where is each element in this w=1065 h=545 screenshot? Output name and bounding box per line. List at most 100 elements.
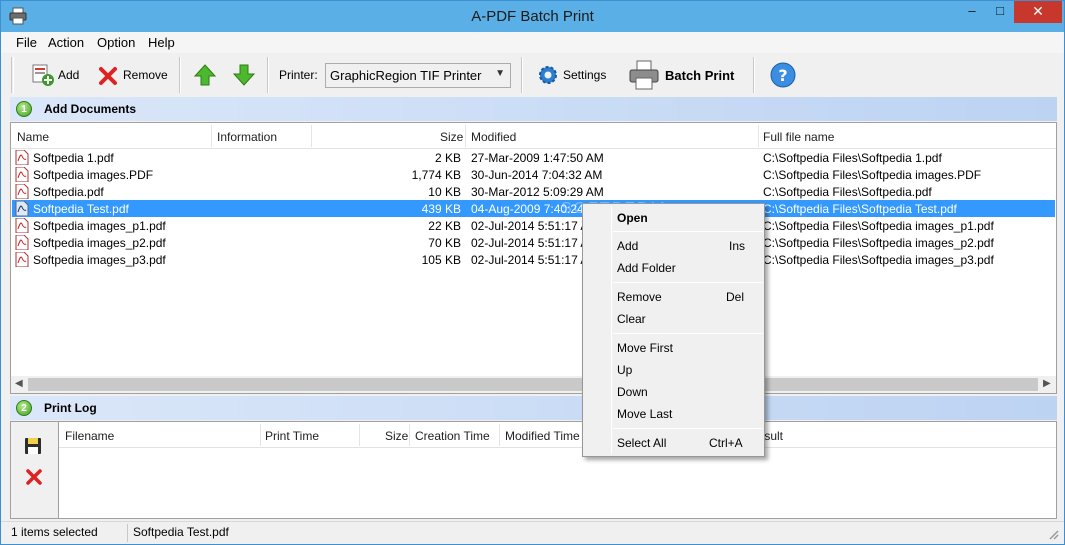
column-divider[interactable] — [499, 424, 500, 446]
file-size: 439 KB — [421, 202, 461, 216]
settings-button[interactable]: Settings — [536, 61, 606, 89]
resize-grip-icon[interactable] — [1047, 528, 1059, 540]
scrollbar-thumb[interactable] — [28, 378, 1038, 391]
add-button[interactable]: Add — [31, 61, 79, 89]
batch-print-button-label: Batch Print — [665, 67, 735, 83]
shortcut-select-all: Ctrl+A — [709, 436, 743, 450]
remove-button[interactable]: Remove — [98, 61, 168, 89]
printer-select-value: GraphicRegion TIF Printer — [330, 68, 482, 83]
maximize-button[interactable]: □ — [986, 1, 1014, 23]
file-size: 2 KB — [434, 151, 461, 165]
context-item-select-all[interactable]: Select All — [617, 436, 666, 450]
column-divider[interactable] — [465, 125, 466, 147]
file-size: 22 KB — [428, 219, 461, 233]
scroll-left-icon[interactable]: ◀ — [15, 378, 23, 389]
move-down-button[interactable] — [232, 61, 256, 89]
column-filename[interactable]: Filename — [65, 429, 114, 443]
column-full-file-name[interactable]: Full file name — [763, 130, 834, 144]
settings-button-label: Settings — [563, 68, 607, 82]
context-item-add-folder[interactable]: Add Folder — [617, 261, 676, 275]
column-print-time[interactable]: Print Time — [265, 429, 319, 443]
menu-help[interactable]: Help — [148, 35, 175, 50]
table-row-selected[interactable]: Softpedia Test.pdf 439 KB 04-Aug-2009 7:… — [12, 200, 1055, 217]
table-row[interactable]: Softpedia images_p2.pdf 70 KB 02-Jul-201… — [12, 234, 1055, 251]
file-size: 10 KB — [428, 185, 461, 199]
close-button[interactable]: ✕ — [1014, 1, 1062, 23]
toolbar-separator — [267, 57, 269, 93]
delete-x-icon[interactable] — [25, 468, 43, 486]
file-full-path: C:\Softpedia Files\Softpedia 1.pdf — [763, 151, 942, 165]
context-item-remove[interactable]: Remove — [617, 290, 662, 304]
documents-list[interactable]: Name Information Size Modified Full file… — [10, 122, 1057, 394]
horizontal-scrollbar[interactable]: ◀ ▶ — [11, 376, 1056, 393]
shortcut-add: Ins — [729, 239, 746, 253]
add-button-label: Add — [58, 68, 80, 82]
column-divider[interactable] — [409, 424, 410, 446]
table-row[interactable]: Softpedia images_p1.pdf 22 KB 02-Jul-201… — [12, 217, 1055, 234]
file-full-path: C:\Softpedia Files\Softpedia Test.pdf — [763, 202, 957, 216]
print-log-list[interactable]: Filename Print Time Size Creation Time M… — [58, 421, 1057, 519]
file-name: Softpedia images.PDF — [33, 168, 154, 182]
column-size[interactable]: Size — [440, 130, 463, 144]
column-size[interactable]: Size — [385, 429, 408, 443]
step-two-badge: 2 — [16, 400, 32, 416]
context-separator — [613, 231, 763, 232]
column-modified[interactable]: Modified — [471, 130, 516, 144]
scroll-right-icon[interactable]: ▶ — [1043, 378, 1051, 389]
context-item-down[interactable]: Down — [617, 385, 648, 399]
printer-icon — [629, 60, 659, 90]
context-item-open[interactable]: Open — [617, 211, 648, 225]
column-divider[interactable] — [211, 125, 212, 147]
printer-select[interactable]: GraphicRegion TIF Printer ▼ — [325, 63, 511, 88]
batch-print-button[interactable]: Batch Print — [628, 57, 734, 93]
column-divider[interactable] — [758, 125, 759, 147]
table-row[interactable]: Softpedia images.PDF 1,774 KB 30-Jun-201… — [12, 166, 1055, 183]
column-information[interactable]: Information — [217, 130, 277, 144]
file-modified: 30-Mar-2012 5:09:29 AM — [471, 185, 604, 199]
add-documents-title: Add Documents — [44, 102, 137, 116]
column-divider[interactable] — [260, 424, 261, 446]
documents-column-header: Name Information Size Modified Full file… — [11, 123, 1056, 149]
column-divider[interactable] — [359, 424, 360, 446]
chevron-down-icon: ▼ — [495, 68, 505, 79]
save-disk-icon[interactable] — [24, 437, 42, 455]
file-full-path: C:\Softpedia Files\Softpedia images_p2.p… — [763, 236, 994, 250]
file-modified: 02-Jul-2014 5:51:17 AM — [471, 236, 599, 250]
toolbar-grip[interactable] — [11, 57, 14, 93]
minimize-button[interactable]: – — [958, 1, 986, 23]
pdf-file-icon — [15, 252, 29, 267]
title-bar[interactable]: A-PDF Batch Print – □ ✕ — [1, 1, 1064, 32]
context-menu-gutter — [611, 206, 612, 454]
menu-file[interactable]: File — [16, 35, 37, 50]
pdf-file-icon — [15, 150, 29, 165]
menu-action[interactable]: Action — [48, 35, 84, 50]
table-row[interactable]: Softpedia 1.pdf 2 KB 27-Mar-2009 1:47:50… — [12, 149, 1055, 166]
file-modified: 02-Jul-2014 5:51:17 AM — [471, 219, 599, 233]
pdf-file-icon — [15, 167, 29, 182]
menu-option[interactable]: Option — [97, 35, 135, 50]
file-full-path: C:\Softpedia Files\Softpedia images_p1.p… — [763, 219, 994, 233]
column-creation-time[interactable]: Creation Time — [415, 429, 490, 443]
table-row[interactable]: Softpedia.pdf 10 KB 30-Mar-2012 5:09:29 … — [12, 183, 1055, 200]
arrow-down-icon — [232, 64, 256, 86]
file-name: Softpedia Test.pdf — [33, 202, 129, 216]
column-name[interactable]: Name — [17, 130, 49, 144]
remove-button-label: Remove — [123, 68, 168, 82]
column-divider[interactable] — [311, 125, 312, 147]
move-up-button[interactable] — [193, 61, 217, 89]
table-row[interactable]: Softpedia images_p3.pdf 105 KB 02-Jul-20… — [12, 251, 1055, 268]
pdf-file-icon — [15, 235, 29, 250]
help-button[interactable]: ? — [769, 61, 797, 89]
status-divider — [127, 524, 128, 542]
toolbar-separator — [179, 57, 181, 93]
toolbar-separator — [753, 57, 755, 93]
context-item-move-first[interactable]: Move First — [617, 341, 673, 355]
context-separator — [613, 428, 763, 429]
column-modified-time[interactable]: Modified Time — [505, 429, 580, 443]
context-item-add[interactable]: Add — [617, 239, 638, 253]
step-one-badge: 1 — [16, 101, 32, 117]
context-separator — [613, 282, 763, 283]
context-item-up[interactable]: Up — [617, 363, 632, 377]
context-item-clear[interactable]: Clear — [617, 312, 646, 326]
context-item-move-last[interactable]: Move Last — [617, 407, 672, 421]
